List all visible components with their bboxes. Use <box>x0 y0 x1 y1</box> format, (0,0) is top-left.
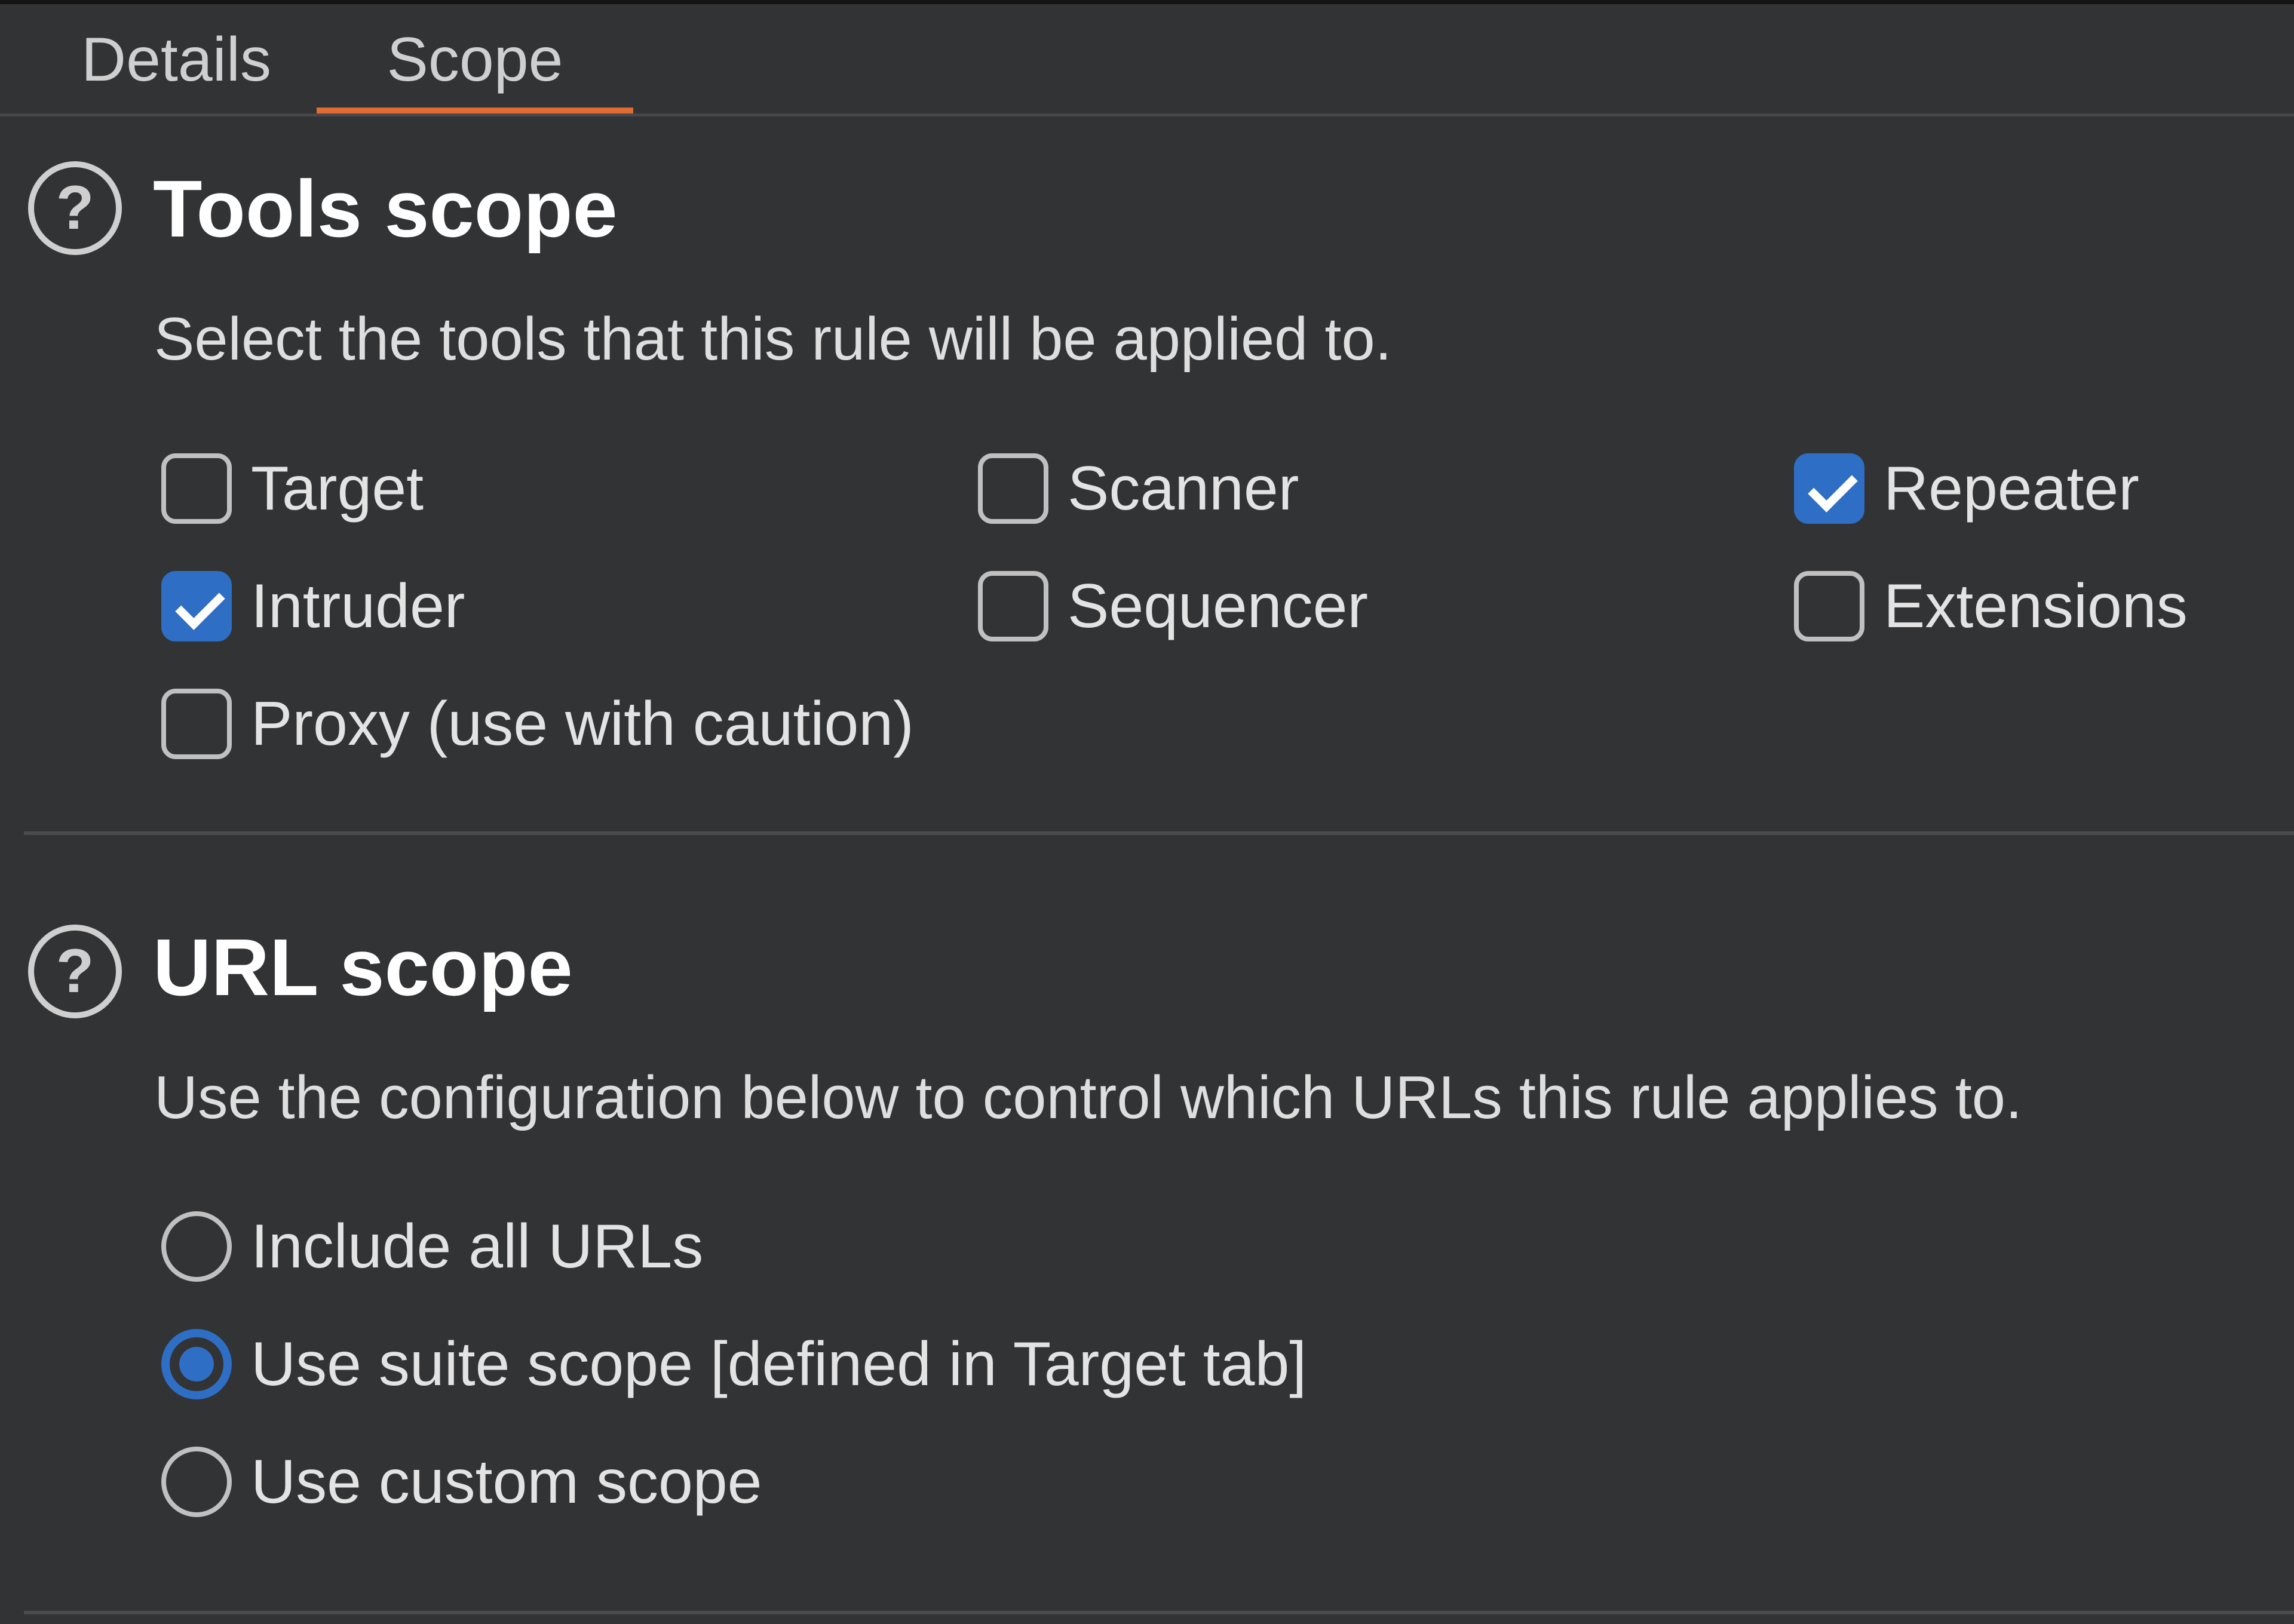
tools-scope-title: Tools scope <box>153 164 618 254</box>
radio-button[interactable] <box>161 1447 232 1517</box>
tab-bar-divider <box>0 113 2294 116</box>
checkbox-box[interactable] <box>161 689 232 759</box>
checkbox-box[interactable] <box>978 453 1048 524</box>
checkbox-label: Repeater <box>1884 454 2139 523</box>
url-scope-title: URL scope <box>153 922 573 1012</box>
radio-selected-dot <box>179 1347 214 1382</box>
section-divider <box>24 831 2294 835</box>
checkbox-label: Intruder <box>251 572 465 641</box>
checkbox-label: Sequencer <box>1068 572 1369 641</box>
checkbox-box[interactable] <box>1794 571 1864 641</box>
checkbox-box[interactable] <box>161 571 232 641</box>
checkbox-label: Scanner <box>1068 454 1299 523</box>
question-circle-icon[interactable]: ? <box>28 925 122 1018</box>
tab-details[interactable]: Details <box>15 4 338 115</box>
checkbox-label: Proxy (use with caution) <box>251 689 914 759</box>
window-top-edge <box>0 0 2294 4</box>
checkbox-box[interactable] <box>978 571 1048 641</box>
radio-label: Use suite scope [defined in Target tab] <box>251 1330 1307 1399</box>
section-divider <box>24 1611 2294 1614</box>
question-circle-icon[interactable]: ? <box>28 161 122 255</box>
checkbox-label: Target <box>251 454 424 523</box>
checkbox-label: Extensions <box>1884 572 2188 641</box>
tab-bar: Details Scope <box>0 4 2294 115</box>
radio-label: Include all URLs <box>251 1212 704 1281</box>
radio-label: Use custom scope <box>251 1447 762 1516</box>
tools-scope-description: Select the tools that this rule will be … <box>154 306 1392 373</box>
scope-settings-panel: Details Scope ? Tools scope Select the t… <box>0 0 2294 1624</box>
checkmark-icon <box>175 580 225 630</box>
tab-scope[interactable]: Scope <box>317 4 633 115</box>
checkbox-box[interactable] <box>161 453 232 524</box>
url-scope-description: Use the configuration below to control w… <box>154 1064 2023 1131</box>
checkbox-box[interactable] <box>1794 453 1864 524</box>
radio-button[interactable] <box>161 1211 232 1282</box>
checkmark-icon <box>1808 462 1858 512</box>
radio-button[interactable] <box>161 1329 232 1399</box>
